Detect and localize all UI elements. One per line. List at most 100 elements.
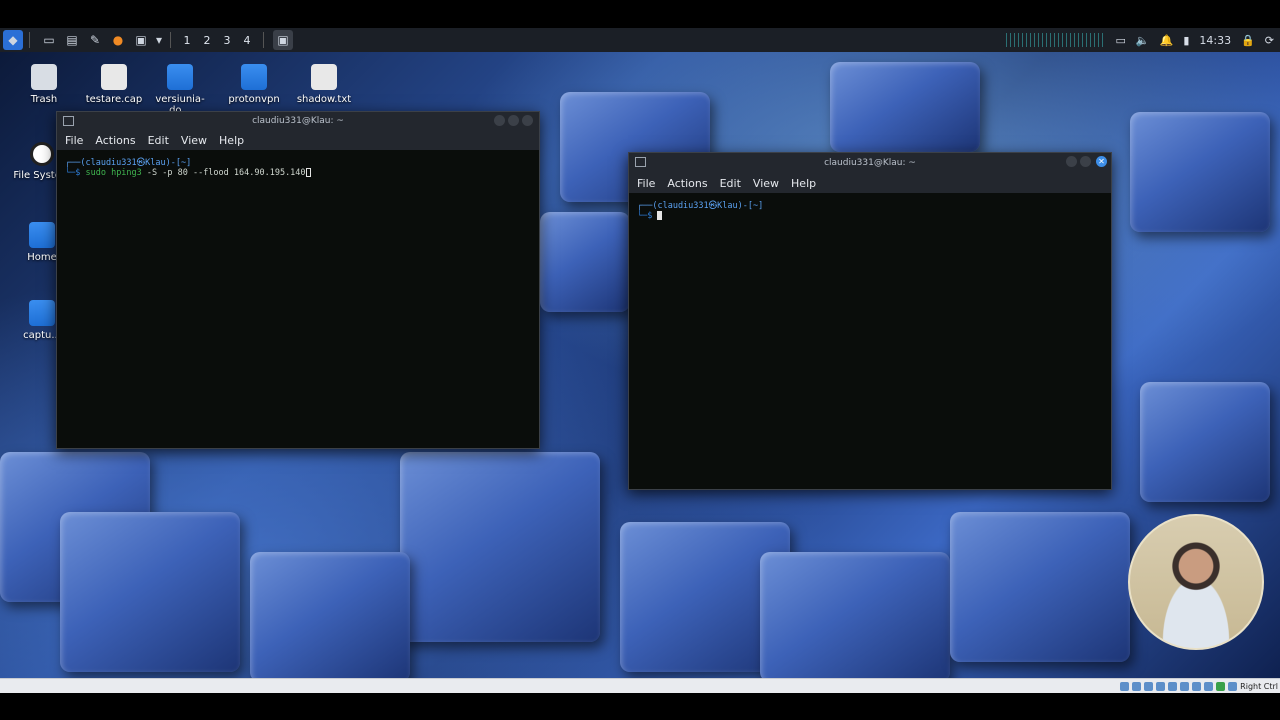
bg-cube xyxy=(60,512,240,672)
bg-cube xyxy=(400,452,600,642)
menu-bar: File Actions Edit View Help xyxy=(57,130,539,150)
desktop-icon-trash[interactable]: Trash xyxy=(14,64,74,105)
command-keyword: sudo hping3 xyxy=(85,168,142,178)
bg-cube xyxy=(1130,112,1270,232)
clock[interactable]: 14:33 xyxy=(1199,34,1231,47)
usb-icon[interactable] xyxy=(1168,681,1178,691)
volume-icon[interactable]: 🔈 xyxy=(1136,34,1150,47)
menu-actions[interactable]: Actions xyxy=(95,134,135,147)
bg-cube xyxy=(830,62,980,152)
menu-actions[interactable]: Actions xyxy=(667,177,707,190)
maximize-button[interactable] xyxy=(508,115,519,126)
terminal-output[interactable]: ┌──(claudiu331㉿Klau)-[~] └─$ sudo hping3… xyxy=(57,150,539,448)
minimize-button[interactable] xyxy=(1066,156,1077,167)
host-status-bar: Right Ctrl xyxy=(0,678,1280,693)
network-icon[interactable] xyxy=(1156,681,1166,691)
show-desktop-icon[interactable]: ▭ xyxy=(39,30,59,50)
folder-icon xyxy=(167,64,193,90)
menu-view[interactable]: View xyxy=(753,177,779,190)
command-args: -S -p 80 --flood 164.90.195.140 xyxy=(141,168,306,178)
desktop-icon-testare[interactable]: testare.cap xyxy=(84,64,144,105)
menu-file[interactable]: File xyxy=(637,177,655,190)
trash-icon xyxy=(31,64,57,90)
drive-icon xyxy=(30,142,54,166)
window-title: claudiu331@Klau: ~ xyxy=(824,158,916,168)
file-manager-icon[interactable]: ▤ xyxy=(62,30,82,50)
folder-icon xyxy=(241,64,267,90)
menu-file[interactable]: File xyxy=(65,134,83,147)
panel-separator xyxy=(170,32,171,48)
folder-icon xyxy=(29,300,55,326)
battery-icon[interactable]: ▮ xyxy=(1183,34,1189,47)
firefox-icon[interactable]: ● xyxy=(108,30,128,50)
bg-cube xyxy=(250,552,410,678)
storage-icon[interactable] xyxy=(1120,681,1130,691)
screen-icon[interactable]: ▭ xyxy=(1116,34,1126,47)
command-line: └─$ sudo hping3 -S -p 80 --flood 164.90.… xyxy=(65,168,531,178)
mouse-integration-icon[interactable] xyxy=(1228,681,1238,691)
logout-icon[interactable]: ⟳ xyxy=(1265,34,1274,47)
menu-bar: File Actions Edit View Help xyxy=(629,173,1111,193)
taskbar-terminal-icon[interactable]: ▣ xyxy=(273,30,293,50)
terminal-window-left[interactable]: claudiu331@Klau: ~ File Actions Edit Vie… xyxy=(56,111,540,449)
prompt-line: ┌──(claudiu331㉿Klau)-[~] xyxy=(637,201,764,211)
bg-cube xyxy=(1140,382,1270,502)
lock-icon[interactable]: 🔒 xyxy=(1241,34,1255,47)
webcam-overlay xyxy=(1128,514,1264,650)
close-button[interactable] xyxy=(522,115,533,126)
home-folder-icon xyxy=(29,222,55,248)
workspace-3[interactable]: 3 xyxy=(217,34,237,47)
desktop-icon-label: testare.cap xyxy=(85,94,143,105)
text-cursor xyxy=(657,211,663,220)
bg-cube xyxy=(760,552,950,678)
menu-view[interactable]: View xyxy=(181,134,207,147)
window-titlebar[interactable]: claudiu331@Klau: ~ xyxy=(57,112,539,130)
bg-cube xyxy=(540,212,630,312)
workspace-4[interactable]: 4 xyxy=(237,34,257,47)
recording-icon[interactable] xyxy=(1204,681,1214,691)
terminal-launcher-icon[interactable]: ▣ xyxy=(131,30,151,50)
shared-folder-icon[interactable] xyxy=(1180,681,1190,691)
workspace-2[interactable]: 2 xyxy=(197,34,217,47)
host-status-icons: Right Ctrl xyxy=(1120,679,1278,693)
terminal-output[interactable]: ┌──(claudiu331㉿Klau)-[~] └─$ xyxy=(629,193,1111,489)
optical-drive-icon[interactable] xyxy=(1132,681,1142,691)
prompt-line: ┌──(claudiu331㉿Klau)-[~] xyxy=(65,158,192,168)
terminal-icon xyxy=(63,116,74,126)
notification-icon[interactable]: 🔔 xyxy=(1160,34,1174,47)
top-panel: ◆ ▭ ▤ ✎ ● ▣ ▾ 1 2 3 4 ▣ ▭ 🔈 🔔 ▮ 14:33 🔒 … xyxy=(0,28,1280,52)
display-icon[interactable] xyxy=(1192,681,1202,691)
prompt-symbol: └─$ xyxy=(637,211,653,221)
text-cursor xyxy=(305,168,311,177)
chevron-down-icon[interactable]: ▾ xyxy=(154,30,164,50)
desktop-icon-label: shadow.txt xyxy=(296,94,352,105)
desktop-icon-shadow[interactable]: shadow.txt xyxy=(294,64,354,105)
desktop-icon-versiunia[interactable]: versiunia-do... xyxy=(150,64,210,116)
terminal-icon xyxy=(635,157,646,167)
audio-icon[interactable] xyxy=(1144,681,1154,691)
maximize-button[interactable] xyxy=(1080,156,1091,167)
window-title: claudiu331@Klau: ~ xyxy=(252,116,344,126)
menu-help[interactable]: Help xyxy=(219,134,244,147)
file-icon xyxy=(311,64,337,90)
cpu-icon[interactable] xyxy=(1216,681,1226,691)
terminal-window-right[interactable]: claudiu331@Klau: ~ ✕ File Actions Edit V… xyxy=(628,152,1112,490)
panel-separator xyxy=(29,32,30,48)
cpu-graph xyxy=(1005,33,1106,47)
minimize-button[interactable] xyxy=(494,115,505,126)
prompt-symbol: └─$ xyxy=(65,168,81,178)
menu-edit[interactable]: Edit xyxy=(720,177,741,190)
window-titlebar[interactable]: claudiu331@Klau: ~ ✕ xyxy=(629,153,1111,173)
host-key-label: Right Ctrl xyxy=(1240,681,1278,691)
text-editor-icon[interactable]: ✎ xyxy=(85,30,105,50)
close-icon[interactable]: ✕ xyxy=(1096,156,1107,167)
menu-help[interactable]: Help xyxy=(791,177,816,190)
system-tray: ▭ 🔈 🔔 ▮ 14:33 🔒 ⟳ xyxy=(1005,28,1280,52)
desktop-icon-label: protonvpn xyxy=(228,94,280,105)
desktop-icon-label: Trash xyxy=(30,94,58,105)
menu-edit[interactable]: Edit xyxy=(148,134,169,147)
desktop-icon-protonvpn[interactable]: protonvpn xyxy=(224,64,284,105)
desktop-icon-label: Home xyxy=(27,252,57,263)
app-menu-icon[interactable]: ◆ xyxy=(3,30,23,50)
workspace-1[interactable]: 1 xyxy=(177,34,197,47)
